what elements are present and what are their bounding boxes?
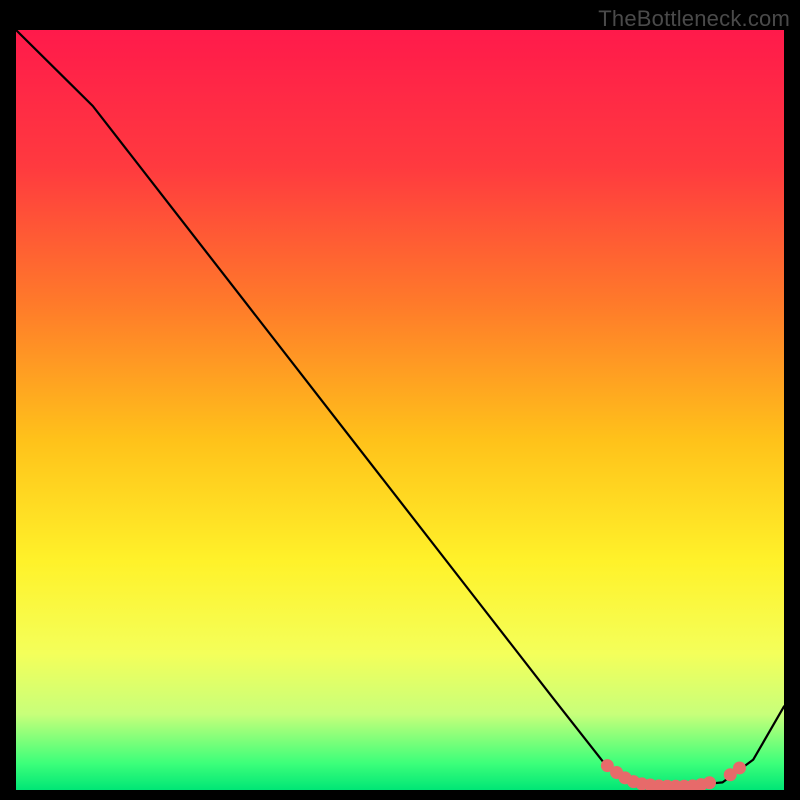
highlight-dot <box>703 776 716 789</box>
watermark-text: TheBottleneck.com <box>598 6 790 32</box>
chart-stage: TheBottleneck.com <box>0 0 800 800</box>
bottleneck-chart <box>0 0 800 800</box>
gradient-background <box>16 30 784 790</box>
highlight-dot <box>733 761 746 774</box>
